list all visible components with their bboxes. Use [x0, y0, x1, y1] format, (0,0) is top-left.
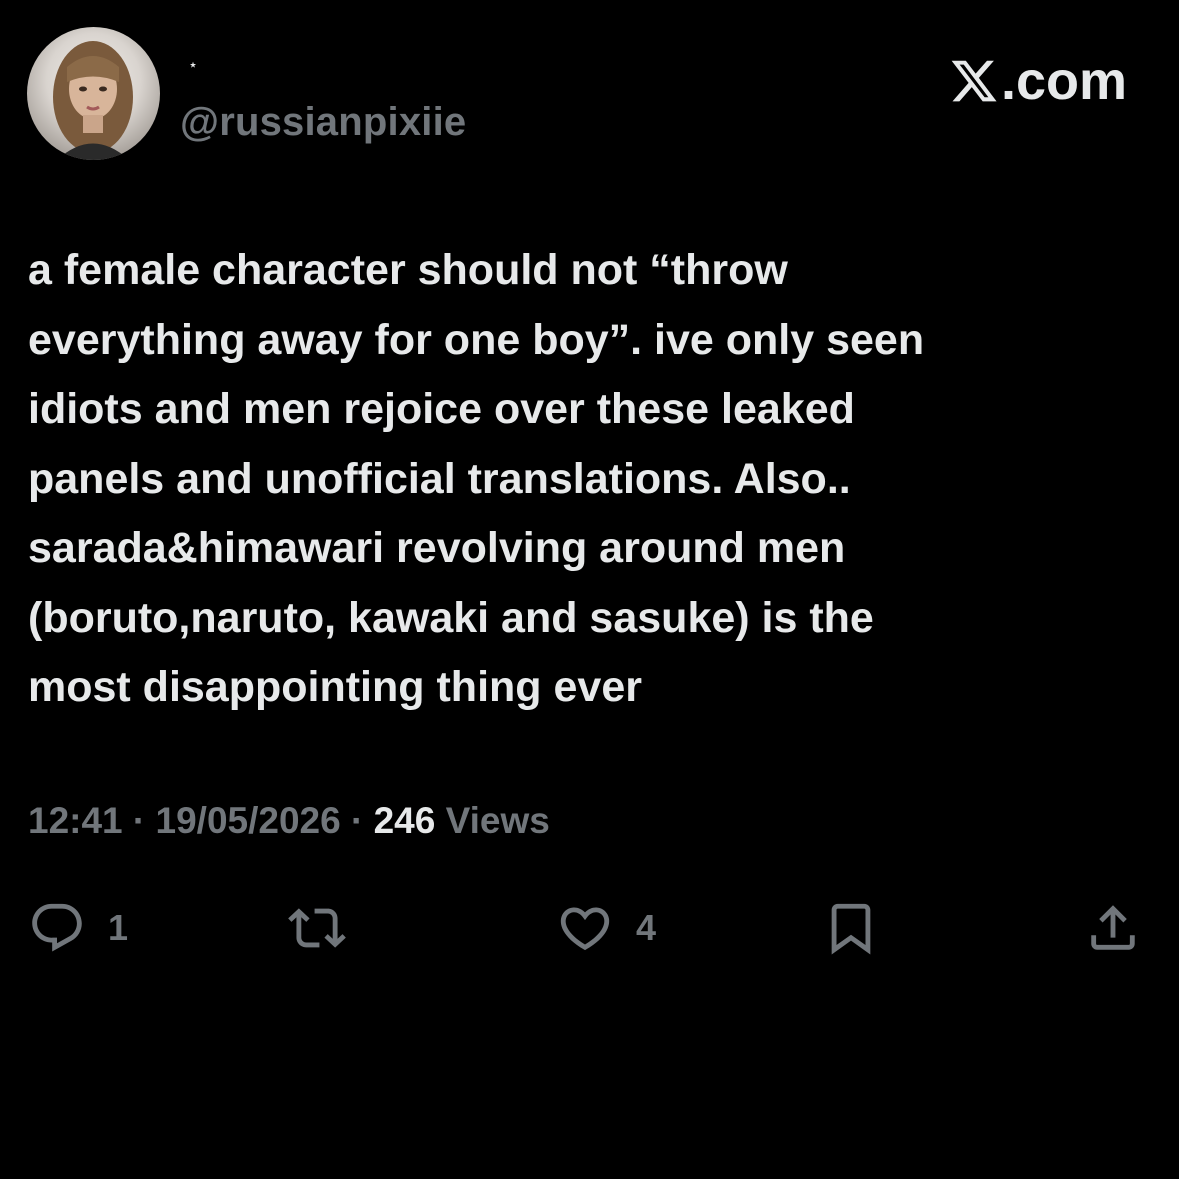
avatar-photo-icon [53, 41, 133, 160]
tweet-date[interactable]: 19/05/2026 [156, 800, 341, 841]
author-display-name[interactable]: ⋆ [188, 58, 198, 74]
brand-domain-suffix: .com [1000, 51, 1127, 111]
tweet-text-line: panels and unofficial translations. Also… [28, 454, 851, 503]
meta-separator: · [122, 800, 156, 841]
views-count[interactable]: 246 [374, 800, 436, 841]
tweet-text-line: most disappointing thing ever [28, 663, 642, 711]
tweet-text-line: idiots and men rejoice over these leaked [28, 385, 855, 433]
tweet-action-bar: 1 4 [0, 895, 1179, 965]
tweet-meta: 12:41 · 19/05/2026 · 246 Views [28, 800, 550, 842]
like-button[interactable]: 4 [556, 895, 656, 961]
bookmark-icon [831, 903, 871, 955]
share-icon [1091, 905, 1135, 950]
retweet-icon [288, 908, 346, 948]
reply-icon [32, 903, 82, 952]
tweet-time[interactable]: 12:41 [28, 800, 123, 841]
bookmark-button[interactable] [822, 895, 902, 961]
tweet-text-line: a female character should not “throw [28, 246, 788, 294]
tweet-text-line: everything away for one boy”. ive only s… [28, 315, 925, 364]
share-button[interactable] [1084, 895, 1164, 961]
heart-icon [560, 907, 610, 951]
reply-button[interactable]: 1 [28, 895, 128, 961]
views-label[interactable]: Views [435, 800, 550, 841]
author-handle[interactable]: @russianpixiie [180, 100, 466, 145]
tweet-text: a female character should not “throw eve… [28, 236, 1148, 723]
reply-count: 1 [108, 907, 129, 948]
tweet-text-line: sarada&himawari revolving around men [28, 524, 846, 572]
retweet-button[interactable] [288, 895, 368, 961]
x-logo-icon [951, 60, 997, 102]
tweet-card: ⋆ @russianpixiie .com a female character… [0, 0, 1179, 1179]
meta-separator: · [340, 800, 374, 841]
tweet-text-line: (boruto,naruto, kawaki and sasuke) is th… [28, 593, 874, 642]
x-com-watermark: .com [949, 50, 1127, 112]
author-avatar[interactable] [27, 27, 160, 160]
like-count: 4 [636, 907, 657, 948]
